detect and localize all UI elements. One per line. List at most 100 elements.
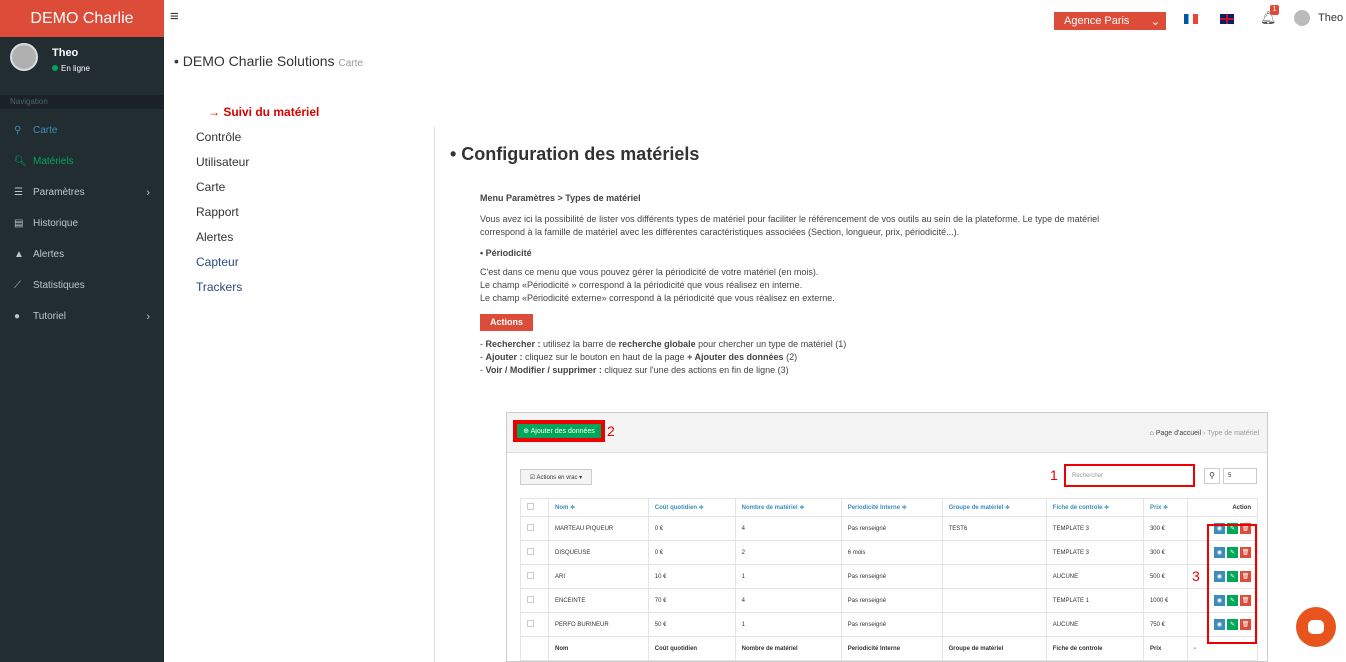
section-title: • Configuration des matériels	[450, 144, 700, 164]
table-cell: 1	[734, 564, 842, 589]
table-cell: 750 €	[1142, 612, 1188, 637]
col-header[interactable]: Nom ≑	[548, 498, 649, 517]
chat-button[interactable]	[1296, 607, 1336, 647]
doc-p2: Le champ «Périodicité » correspond à la …	[480, 280, 803, 290]
warning-icon: ▲	[14, 249, 24, 260]
bulk-actions-button[interactable]: ☑ Actions en vrac ▾	[520, 469, 592, 485]
list-icon: ☰	[14, 187, 23, 198]
sidebar-item-historique[interactable]: ▤ Historique	[0, 208, 164, 239]
data-table: Nom ≑ Coût quotidien ≑ Nombre de matérie…	[520, 498, 1259, 661]
table-cell: 500 €	[1142, 564, 1188, 589]
divider	[434, 127, 435, 662]
col-header[interactable]: Nombre de matériel ≑	[734, 498, 842, 517]
table-cell: 10 €	[647, 564, 736, 589]
search-icon[interactable]: ⚲	[1204, 468, 1220, 484]
doc-menu-item[interactable]: Utilisateur	[196, 150, 319, 175]
add-data-button[interactable]: ⊕ Ajouter des données	[513, 420, 605, 442]
row-checkbox	[527, 572, 534, 579]
doc-crumb: Menu Paramètres > Types de matériel	[480, 193, 641, 203]
agency-select[interactable]: Agence Paris ⌄	[1054, 12, 1166, 30]
app-brand[interactable]: DEMO Charlie	[0, 0, 164, 37]
table-cell: TEMPLATE 3	[1045, 516, 1144, 541]
doc-menu: → Suivi du matériel Contrôle Utilisateur…	[196, 100, 319, 300]
nav-header: Navigation	[0, 95, 164, 109]
info-icon: ●	[14, 311, 21, 322]
table-cell: 1	[734, 612, 842, 637]
flag-fr-icon[interactable]	[1184, 14, 1198, 24]
actions-badge: Actions	[480, 314, 534, 331]
page-subtitle: Carte	[338, 58, 363, 69]
action-line-3: - Voir / Modifier / supprimer : cliquez …	[480, 365, 789, 375]
action-line-1: - Rechercher : utilisez la barre de rech…	[480, 339, 847, 349]
col-header: Action	[1186, 498, 1259, 517]
callout-2: 2	[607, 423, 615, 439]
table-row: ENCEINTE 70 €4 Pas renseigné TEMPLATE 1 1000…	[520, 588, 1259, 613]
table-cell	[941, 540, 1047, 565]
user-panel: Theo En ligne	[0, 37, 164, 95]
callout-1: 1	[1050, 467, 1058, 483]
row-checkbox	[527, 548, 534, 555]
table-row: MARTEAU PIQUEUR 0 €4 Pas renseigné TEST6 TEM…	[520, 516, 1259, 541]
top-username[interactable]: Theo	[1318, 12, 1343, 24]
row-checkbox	[527, 620, 534, 627]
chat-icon	[1308, 620, 1324, 634]
table-cell: 300 €	[1142, 540, 1188, 565]
col-header[interactable]: Groupe de matériel ≑	[941, 498, 1047, 517]
doc-menu-item[interactable]: Alertes	[196, 225, 319, 250]
top-navbar	[164, 0, 1346, 37]
menu-toggle-icon[interactable]: ≡	[170, 8, 179, 25]
table-row: DISQUEUSE 0 €2 6 mois TEMPLATE 3 300 € ◉ ✎ 🗑︎	[520, 540, 1259, 565]
table-cell	[941, 564, 1047, 589]
table-cell: AUCUNE	[1045, 564, 1144, 589]
table-cell: PERFO BURINEUR	[548, 612, 649, 637]
table-cell: 4	[734, 588, 842, 613]
sidebar-item-alertes[interactable]: ▲ Alertes	[0, 239, 164, 270]
table-cell: 2	[734, 540, 842, 565]
search-icon: 🔍︎	[14, 156, 27, 167]
col-header[interactable]: Prix ≑	[1142, 498, 1188, 517]
doc-menu-item[interactable]: Capteur	[196, 250, 319, 275]
table-cell: MARTEAU PIQUEUR	[548, 516, 649, 541]
chevron-right-icon: ›	[146, 310, 150, 323]
search-input[interactable]: Rechercher	[1064, 464, 1195, 487]
sidebar-item-materiels[interactable]: 🔍︎ Matériels	[0, 146, 164, 177]
col-header[interactable]: Periodicité Interne ≑	[840, 498, 943, 517]
table-cell: ARI	[548, 564, 649, 589]
doc-menu-item[interactable]: Contrôle	[196, 125, 319, 150]
table-cell: 300 €	[1142, 516, 1188, 541]
col-header[interactable]: Coût quotidien ≑	[647, 498, 736, 517]
col-header[interactable]: Fiche de controle ≑	[1045, 498, 1144, 517]
sidebar: Theo En ligne Navigation ⚲ Carte 🔍︎ Matéri…	[0, 37, 164, 662]
doc-body: Menu Paramètres > Types de matériel Vous…	[480, 192, 1140, 377]
doc-menu-item[interactable]: Rapport	[196, 200, 319, 225]
sidebar-item-tutoriel[interactable]: ● Tutoriel ›	[0, 301, 164, 332]
table-cell: 1000 €	[1142, 588, 1188, 613]
chart-icon: ⟋	[14, 280, 21, 291]
doc-menu-item[interactable]: Trackers	[196, 275, 319, 300]
doc-menu-active[interactable]: → Suivi du matériel	[208, 100, 319, 125]
table-row: ARI 10 €1 Pas renseigné AUCUNE 500 € ◉ ✎ 🗑︎	[520, 564, 1259, 589]
main-content: • DEMO Charlie Solutions Carte → Suivi du…	[164, 37, 1346, 662]
doc-menu-item[interactable]: Carte	[196, 175, 319, 200]
notification-badge: 1	[1270, 5, 1279, 15]
avatar[interactable]	[1294, 10, 1310, 26]
table-cell	[941, 588, 1047, 613]
sidebar-item-statistiques[interactable]: ⟋ Statistiques	[0, 270, 164, 301]
flag-uk-icon[interactable]	[1220, 14, 1234, 24]
table-cell: Pas renseigné	[840, 516, 943, 541]
table-cell: 4	[734, 516, 842, 541]
doc-p3: Le champ «Périodicité externe» correspon…	[480, 293, 835, 303]
page-title: • DEMO Charlie Solutions Carte	[174, 53, 363, 69]
table-cell: TEMPLATE 1	[1045, 588, 1144, 613]
sidebar-item-carte[interactable]: ⚲ Carte	[0, 115, 164, 146]
page-size-select[interactable]: 5	[1223, 468, 1257, 484]
breadcrumb: ⌂ Page d'accueil › Type de matériel	[1149, 430, 1259, 437]
table-row: PERFO BURINEUR 50 €1 Pas renseigné AUCUNE 75…	[520, 612, 1259, 637]
doc-p1: C'est dans ce menu que vous pouvez gérer…	[480, 267, 819, 277]
select-all-checkbox	[527, 503, 534, 510]
sidebar-item-parametres[interactable]: ☰ Paramètres ›	[0, 177, 164, 208]
doc-intro: Vous avez ici la possibilité de lister v…	[480, 214, 1100, 237]
table-cell: DISQUEUSE	[548, 540, 649, 565]
table-cell: AUCUNE	[1045, 612, 1144, 637]
map-marker-icon: ⚲	[14, 125, 22, 136]
